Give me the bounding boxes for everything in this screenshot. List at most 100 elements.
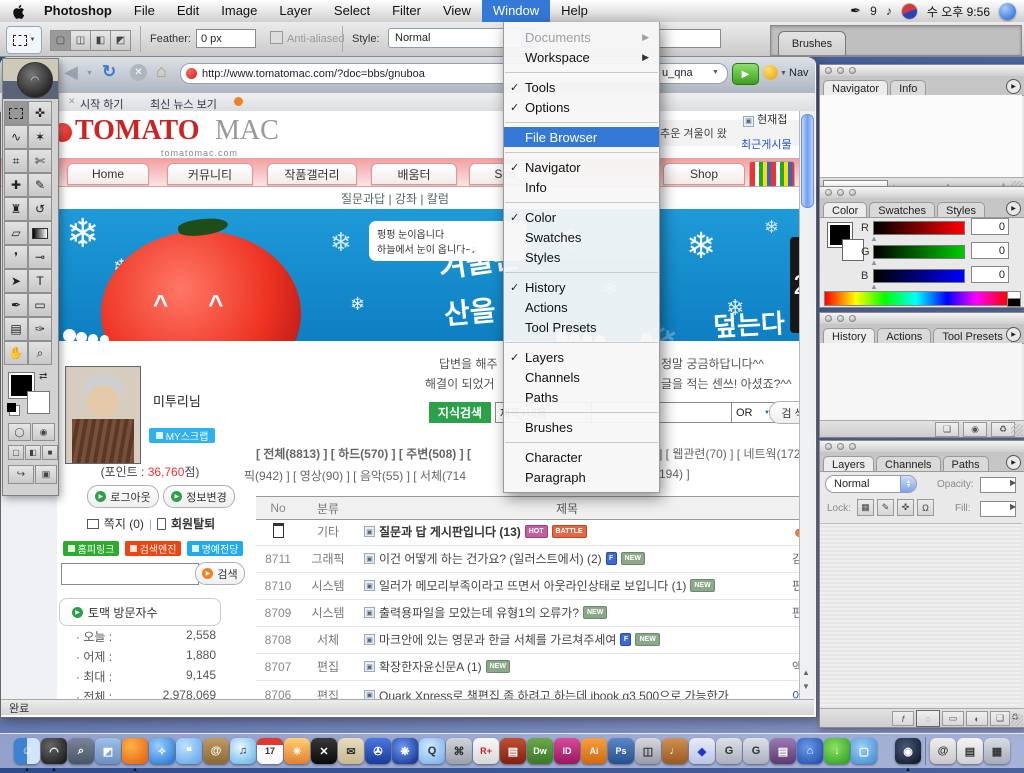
notice-title[interactable]: 질문과 답 게시판입니다 (13) [379, 523, 521, 540]
post-title[interactable]: 마크안에 있는 영문과 한글 서체를 가르쳐주세여 [379, 631, 616, 648]
feather-input[interactable]: 0 px [196, 29, 256, 48]
menubar-clock[interactable]: 수 오후 9:56 [927, 3, 990, 20]
history-palette[interactable]: History Actions Tool Presets ▶ ❏ ◉ ♻ [819, 312, 1024, 438]
history-brush-tool[interactable]: ↺ [28, 197, 52, 221]
knowledge-search-button[interactable]: 지식검색 [429, 402, 491, 423]
crop-tool[interactable]: ⌗ [4, 149, 28, 173]
search-engine-badge[interactable]: 검색엔진 [125, 541, 181, 556]
post-title[interactable]: 출력용파일을 모았는데 유형1의 오류가? [379, 604, 579, 621]
pen-tool[interactable]: ✒ [4, 293, 28, 317]
nav-tab-home[interactable]: Home [67, 163, 149, 185]
sherlock-search-icon[interactable] [999, 3, 1016, 20]
tab-navigator[interactable]: Navigator [823, 80, 888, 95]
tab-styles[interactable]: Styles [937, 202, 985, 217]
home-icon[interactable]: ⌂ [156, 61, 167, 82]
sidebar-search-button[interactable]: ▶검색 [195, 562, 245, 585]
tool-palette[interactable]: ◠ ✜ ∿ ✶ ⌗ ✄ ✚ ✎ ♜ ↺ ▱ ❜ ⊸ ➤ T ✒ ▭ ▤ ✑ ✋ … [2, 58, 59, 496]
zoom-tool[interactable]: ⌕ [28, 341, 52, 365]
close-icon[interactable] [825, 443, 832, 450]
palette-menu-icon[interactable]: ▶ [1006, 327, 1021, 342]
close-icon[interactable] [825, 315, 832, 322]
dock-download[interactable]: ↓ [824, 738, 850, 764]
post-author[interactable]: 편집 [792, 577, 799, 594]
screen-mode-standard[interactable]: ▢ [8, 445, 24, 460]
menu-item-navigator[interactable]: ✓Navigator [504, 157, 659, 177]
g-thumb[interactable]: ▲ [870, 258, 878, 267]
dock-black-x[interactable]: ✕ [311, 738, 337, 764]
nav-tab-gallery[interactable]: 작품갤러리 [267, 163, 357, 185]
magic-wand-tool[interactable]: ✶ [28, 125, 52, 149]
new-set-button[interactable]: ▭ [942, 711, 964, 726]
menu-view[interactable]: View [432, 0, 482, 22]
board-row[interactable]: 8709 시스템 ▣출력용파일을 모았는데 유형1의 오류가? NEW 편집 [256, 599, 799, 627]
menu-item-layers[interactable]: ✓Layers [504, 347, 659, 367]
blend-mode-select[interactable]: Normal▲▼ [825, 475, 917, 493]
tab-history[interactable]: History [823, 328, 875, 343]
my-scrap-badge[interactable]: MY스크랩 [149, 428, 215, 443]
dock-grab-globe[interactable]: ◠ [41, 738, 67, 764]
b-value[interactable]: 0 [971, 266, 1009, 283]
personal-link1[interactable]: 시작 하기 [80, 96, 124, 112]
selection-mode-add[interactable]: ◫ [70, 30, 91, 51]
menu-file[interactable]: File [123, 0, 166, 22]
minimize-icon[interactable] [837, 315, 844, 322]
dock-firefox[interactable] [122, 738, 148, 764]
dock-r-app[interactable]: R+ [473, 738, 499, 764]
homepage-link-badge[interactable]: 홈피링크 [63, 541, 119, 556]
spectrum-black[interactable] [1007, 298, 1021, 307]
menu-item-workspace[interactable]: Workspace▶ [504, 47, 659, 67]
color-spectrum[interactable] [824, 291, 1008, 306]
dock-preview[interactable]: ◩ [95, 738, 121, 764]
menu-image[interactable]: Image [210, 0, 268, 22]
g-value[interactable]: 0 [971, 242, 1009, 259]
background-color-swatch[interactable] [27, 391, 50, 414]
active-tool-preview[interactable]: ▼ [6, 26, 42, 54]
dodge-tool[interactable]: ⊸ [28, 245, 52, 269]
standard-mode-button[interactable]: ◯ [8, 423, 31, 441]
edit-info-button[interactable]: ▶정보변경 [163, 485, 235, 508]
menu-item-color[interactable]: ✓Color [504, 207, 659, 227]
korean-input-flag-icon[interactable] [901, 3, 918, 20]
tab-layers[interactable]: Layers [823, 456, 874, 471]
layer-mask-button[interactable]: ◌ [916, 710, 940, 727]
palette-menu-icon[interactable]: ▶ [1006, 79, 1021, 94]
dock-vise[interactable]: ◆ [689, 738, 715, 764]
board-row[interactable]: 8706 편집 ▣Quark Xpress로 책편집 좀 하려고 하는데 ibo… [256, 680, 799, 699]
dock-toast[interactable]: ◫ [635, 738, 661, 764]
reload-icon[interactable]: ↻ [102, 62, 116, 82]
sub-nav[interactable]: 질문과답 | 강좌 | 칼럼 [341, 190, 449, 207]
dock-safari[interactable]: ✧ [149, 738, 175, 764]
dock-finder[interactable]: ☺ [14, 738, 40, 764]
resize-grip[interactable] [1011, 714, 1023, 726]
post-author[interactable]: 김 [792, 550, 799, 567]
menu-item-brushes[interactable]: Brushes [504, 417, 659, 437]
g-slider[interactable] [873, 245, 965, 259]
move-tool[interactable]: ✜ [28, 101, 52, 125]
minimize-icon[interactable] [837, 67, 844, 74]
menu-window[interactable]: Window [482, 0, 550, 22]
lock-all-button[interactable]: Ω [917, 499, 934, 516]
color-palette[interactable]: Color Swatches Styles ▶ R ▲ 0 G ▲ 0 B ▲ … [819, 186, 1024, 308]
b-slider[interactable] [873, 269, 965, 283]
dock-garageband[interactable]: ♩ [662, 738, 688, 764]
recent-posts-link[interactable]: 최근게시물 [741, 136, 792, 152]
bookmark-app-icon[interactable] [763, 65, 778, 80]
jump-to-imageready-button[interactable]: ↪ [8, 465, 34, 484]
personal-link2[interactable]: 최신 뉴스 보기 [150, 96, 217, 112]
dock-stickies[interactable]: ✉ [338, 738, 364, 764]
r-slider[interactable] [873, 221, 965, 235]
ink-pen-icon[interactable]: ✒ [850, 3, 861, 19]
post-author[interactable]: 액션 [792, 658, 799, 675]
new-snapshot-button[interactable]: ◉ [963, 422, 987, 437]
palette-menu-icon[interactable]: ▶ [1006, 201, 1021, 216]
bookmark-label[interactable]: Nav [789, 67, 813, 79]
logo-red[interactable]: TOMATO [75, 115, 199, 147]
dock-installer-a[interactable]: G [716, 738, 742, 764]
r-value[interactable]: 0 [971, 218, 1009, 235]
tab-tool-presets[interactable]: Tool Presets [933, 328, 1012, 343]
menu-item-info[interactable]: Info [504, 177, 659, 197]
dock-ichat[interactable]: ❝ [176, 738, 202, 764]
layer-style-button[interactable]: f [892, 711, 914, 726]
board-row[interactable]: 8708 서체 ▣마크안에 있는 영문과 한글 서체를 가르쳐주세여 F NEW [256, 626, 799, 654]
quick-mask-button[interactable]: ◉ [32, 423, 55, 441]
